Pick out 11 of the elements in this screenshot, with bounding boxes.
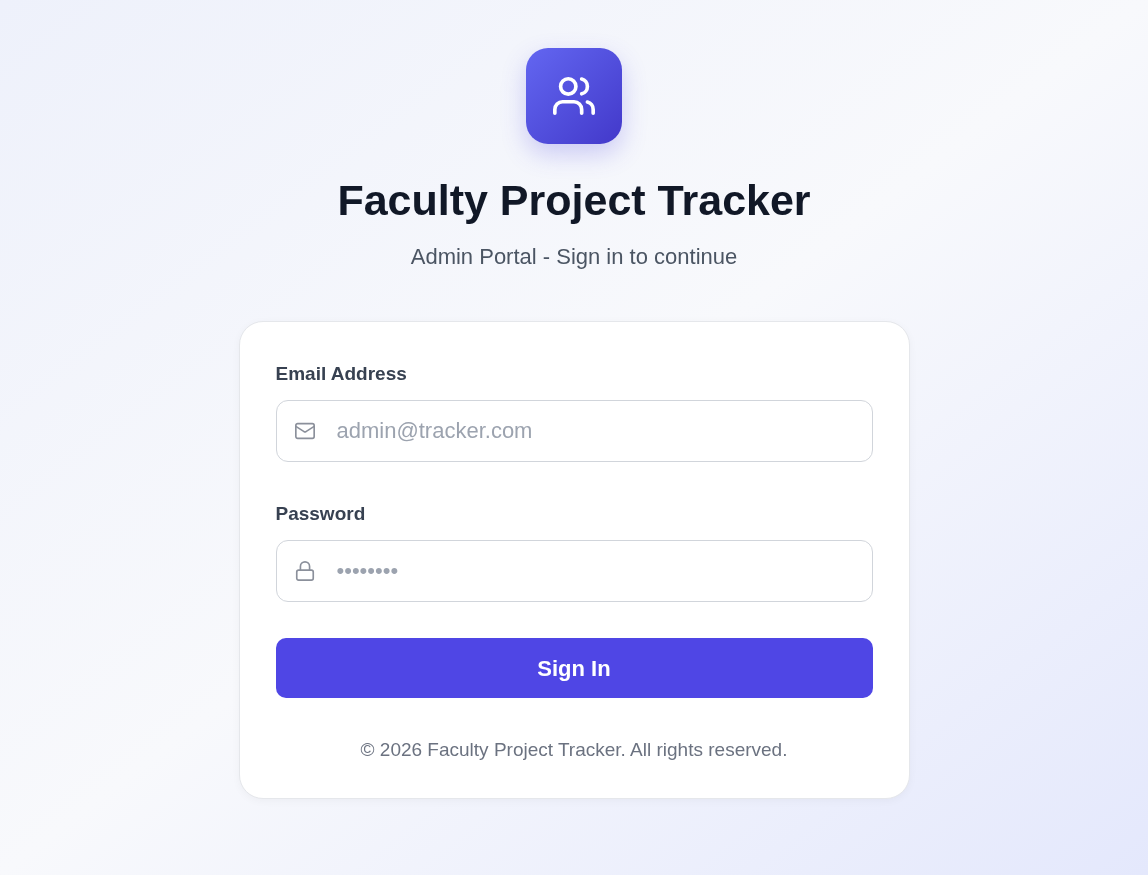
email-field[interactable]: admin@tracker.com [275,400,873,462]
lock-icon [293,560,316,582]
sign-in-button[interactable]: Sign In [275,638,873,698]
mail-icon [293,420,316,442]
field-label: Password [275,502,367,526]
password-field[interactable]: •••••••• [275,540,873,602]
app-title: Faculty Project Tracker [337,175,811,226]
users-logo-icon [526,48,622,144]
subtitle: Admin Portal - Sign in to continue [410,243,738,271]
field-label: Email Address [275,362,408,386]
copyright-text: © 2026 Faculty Project Tracker. All rights reserved. [359,738,789,762]
